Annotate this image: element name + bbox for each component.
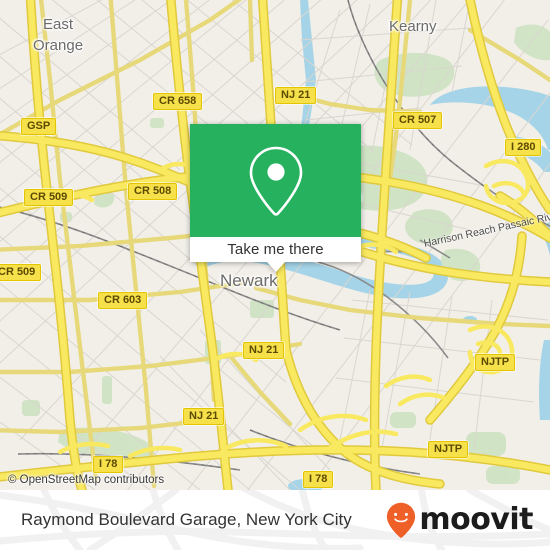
map-screenshot: East Orange Kearny on Newark Harrison Re… [0, 0, 550, 550]
road-shield-cr-603[interactable]: CR 603 [98, 292, 148, 309]
road-shield-cr-508[interactable]: CR 508 [128, 183, 178, 200]
road-shield-njtp-north[interactable]: NJTP [475, 354, 516, 371]
moovit-wordmark: moovit [419, 502, 533, 537]
road-shield-i-78-east[interactable]: I 78 [303, 471, 334, 488]
road-shield-gsp[interactable]: GSP [21, 118, 57, 135]
road-shield-cr-658[interactable]: CR 658 [153, 93, 203, 110]
road-shield-nj-21-central[interactable]: NJ 21 [243, 342, 285, 359]
moovit-pin-icon [387, 502, 416, 538]
moovit-logo[interactable]: moovit [386, 502, 533, 538]
take-me-there-button[interactable]: Take me there [190, 237, 361, 272]
take-me-there-label: Take me there [227, 241, 324, 258]
footer-bar: Raymond Boulevard Garage, New York City … [0, 490, 550, 550]
osm-attribution[interactable]: © OpenStreetMap contributors [8, 474, 164, 486]
road-shield-njtp-south[interactable]: NJTP [428, 441, 469, 458]
location-callout[interactable]: Take me there [190, 124, 361, 272]
place-title: Raymond Boulevard Garage, New York City [21, 510, 352, 529]
road-shield-nj-21-north[interactable]: NJ 21 [275, 87, 317, 104]
road-shield-cr-509-west[interactable]: CR 509 [0, 264, 42, 281]
callout-green-panel [190, 124, 361, 237]
road-shield-i-280[interactable]: I 280 [505, 139, 542, 156]
map-canvas[interactable]: East Orange Kearny on Newark Harrison Re… [0, 0, 550, 490]
road-shield-i-78-west[interactable]: I 78 [93, 456, 124, 473]
road-shield-cr-509[interactable]: CR 509 [24, 189, 74, 206]
callout-pointer-tail [266, 262, 285, 272]
road-shield-nj-21-south[interactable]: NJ 21 [183, 408, 225, 425]
map-pin-icon [249, 146, 302, 216]
road-shield-cr-507[interactable]: CR 507 [393, 112, 443, 129]
